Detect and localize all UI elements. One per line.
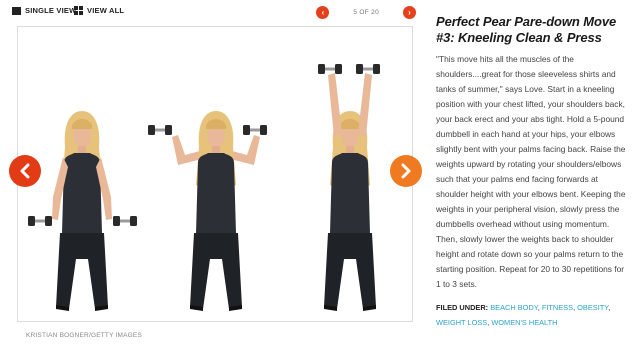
view-all-toggle[interactable]: VIEW ALL <box>74 6 124 15</box>
slide-image-frame <box>17 26 413 322</box>
tag-link[interactable]: OBESITY <box>577 303 608 312</box>
slide-article: Perfect Pear Pare-down Move #3: Kneeling… <box>436 14 626 330</box>
chevron-right-icon <box>401 163 411 179</box>
prev-slide-button[interactable] <box>9 155 41 187</box>
figure-start-position <box>28 111 137 311</box>
tag-link[interactable]: FITNESS <box>542 303 573 312</box>
single-view-toggle[interactable]: SINGLE VIEW <box>12 6 76 15</box>
figure-shoulder-position <box>148 111 267 311</box>
slide-counter: 5 OF 20 <box>353 9 379 16</box>
single-view-icon <box>12 6 21 15</box>
photo-credit: KRISTIAN BOGNER/GETTY IMAGES <box>26 332 142 339</box>
tag-link[interactable]: WOMEN'S HEALTH <box>491 318 557 327</box>
filed-under: FILED UNDER: BEACH BODY, FITNESS, OBESIT… <box>436 303 611 327</box>
slide-pager: ‹ 5 OF 20 › <box>316 6 416 19</box>
slideshow-toolbar: SINGLE VIEW VIEW ALL ‹ 5 OF 20 › <box>12 6 416 20</box>
filed-under-label: FILED UNDER: <box>436 303 489 312</box>
prev-slide-small-button[interactable]: ‹ <box>316 6 330 19</box>
figure-overhead-position <box>318 64 380 311</box>
tag-link[interactable]: WEIGHT LOSS <box>436 318 487 327</box>
view-all-label: VIEW ALL <box>87 6 125 15</box>
tag-link[interactable]: BEACH BODY <box>490 303 538 312</box>
chevron-left-icon <box>20 163 30 179</box>
next-slide-button[interactable] <box>390 155 422 187</box>
slide-description: "This move hits all the muscles of the s… <box>436 54 626 289</box>
next-slide-small-button[interactable]: › <box>403 6 416 19</box>
grid-icon <box>74 6 83 15</box>
single-view-label: SINGLE VIEW <box>25 6 77 15</box>
slide-title: Perfect Pear Pare-down Move #3: Kneeling… <box>436 14 617 45</box>
exercise-photo <box>28 64 380 311</box>
